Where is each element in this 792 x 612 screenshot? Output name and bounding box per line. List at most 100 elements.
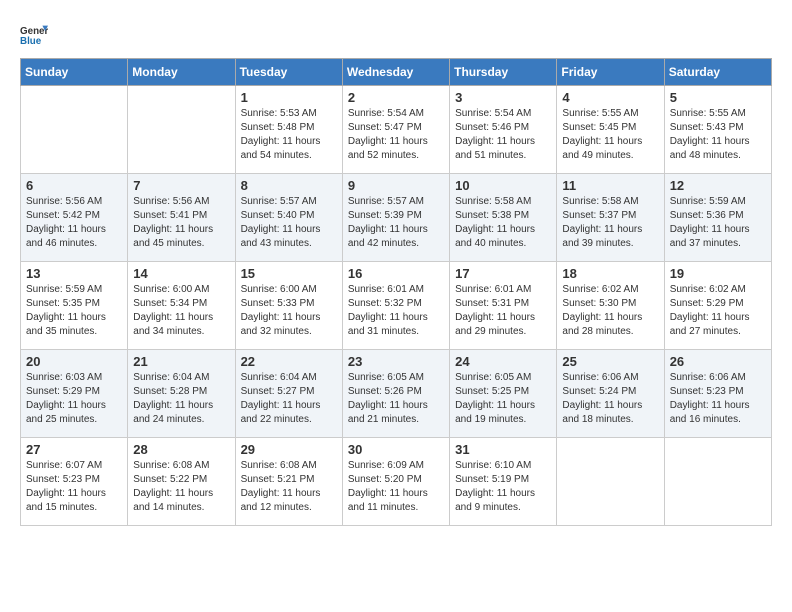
- column-header-tuesday: Tuesday: [235, 59, 342, 86]
- calendar-cell: [128, 86, 235, 174]
- calendar-cell: 10Sunrise: 5:58 AM Sunset: 5:38 PM Dayli…: [450, 174, 557, 262]
- calendar-week-4: 20Sunrise: 6:03 AM Sunset: 5:29 PM Dayli…: [21, 350, 772, 438]
- day-info: Sunrise: 5:54 AM Sunset: 5:46 PM Dayligh…: [455, 107, 551, 163]
- day-info: Sunrise: 5:57 AM Sunset: 5:39 PM Dayligh…: [348, 195, 444, 251]
- calendar-cell: 20Sunrise: 6:03 AM Sunset: 5:29 PM Dayli…: [21, 350, 128, 438]
- day-info: Sunrise: 6:10 AM Sunset: 5:19 PM Dayligh…: [455, 459, 551, 515]
- day-number: 6: [26, 178, 122, 193]
- calendar-cell: 17 Sunrise: 6:01 AM Sunset: 5:31 PM Dayli…: [450, 262, 557, 350]
- logo: General Blue: [20, 20, 52, 48]
- day-info: Sunrise: 6:06 AM Sunset: 5:24 PM Dayligh…: [562, 371, 658, 427]
- day-info: Sunrise: 6:05 AM Sunset: 5:25 PM Dayligh…: [455, 371, 551, 427]
- logo-icon: General Blue: [20, 20, 48, 48]
- day-info: Sunrise: 6:03 AM Sunset: 5:29 PM Dayligh…: [26, 371, 122, 427]
- calendar-cell: 24 Sunrise: 6:05 AM Sunset: 5:25 PM Dayli…: [450, 350, 557, 438]
- day-number: 18: [562, 266, 658, 281]
- calendar-week-5: 27 Sunrise: 6:07 AM Sunset: 5:23 PM Dayli…: [21, 438, 772, 526]
- calendar-cell: 7 Sunrise: 5:56 AM Sunset: 5:41 PM Daylig…: [128, 174, 235, 262]
- column-header-monday: Monday: [128, 59, 235, 86]
- column-header-friday: Friday: [557, 59, 664, 86]
- day-number: 11: [562, 178, 658, 193]
- calendar-cell: 3 Sunrise: 5:54 AM Sunset: 5:46 PM Daylig…: [450, 86, 557, 174]
- day-info: Sunrise: 6:06 AM Sunset: 5:23 PM Dayligh…: [670, 371, 766, 427]
- calendar-cell: 28 Sunrise: 6:08 AM Sunset: 5:22 PM Dayli…: [128, 438, 235, 526]
- day-number: 28: [133, 442, 229, 457]
- day-number: 8: [241, 178, 337, 193]
- calendar-cell: 23 Sunrise: 6:05 AM Sunset: 5:26 PM Dayli…: [342, 350, 449, 438]
- day-number: 15: [241, 266, 337, 281]
- calendar-cell: 26 Sunrise: 6:06 AM Sunset: 5:23 PM Dayli…: [664, 350, 771, 438]
- day-info: Sunrise: 6:04 AM Sunset: 5:28 PM Dayligh…: [133, 371, 229, 427]
- day-info: Sunrise: 5:53 AM Sunset: 5:48 PM Dayligh…: [241, 107, 337, 163]
- svg-text:Blue: Blue: [20, 36, 42, 47]
- calendar-cell: 25Sunrise: 6:06 AM Sunset: 5:24 PM Dayli…: [557, 350, 664, 438]
- calendar-cell: 19 Sunrise: 6:02 AM Sunset: 5:29 PM Dayli…: [664, 262, 771, 350]
- calendar-cell: 13 Sunrise: 5:59 AM Sunset: 5:35 PM Dayli…: [21, 262, 128, 350]
- calendar-cell: 1Sunrise: 5:53 AM Sunset: 5:48 PM Daylig…: [235, 86, 342, 174]
- day-info: Sunrise: 6:04 AM Sunset: 5:27 PM Dayligh…: [241, 371, 337, 427]
- calendar-table: SundayMondayTuesdayWednesdayThursdayFrid…: [20, 58, 772, 526]
- day-number: 31: [455, 442, 551, 457]
- day-number: 26: [670, 354, 766, 369]
- day-info: Sunrise: 6:02 AM Sunset: 5:29 PM Dayligh…: [670, 283, 766, 339]
- day-info: Sunrise: 6:01 AM Sunset: 5:32 PM Dayligh…: [348, 283, 444, 339]
- day-number: 23: [348, 354, 444, 369]
- calendar-cell: 2 Sunrise: 5:54 AM Sunset: 5:47 PM Daylig…: [342, 86, 449, 174]
- calendar-cell: 29Sunrise: 6:08 AM Sunset: 5:21 PM Dayli…: [235, 438, 342, 526]
- day-number: 12: [670, 178, 766, 193]
- column-header-wednesday: Wednesday: [342, 59, 449, 86]
- day-number: 27: [26, 442, 122, 457]
- calendar-cell: 12 Sunrise: 5:59 AM Sunset: 5:36 PM Dayli…: [664, 174, 771, 262]
- calendar-cell: 4 Sunrise: 5:55 AM Sunset: 5:45 PM Daylig…: [557, 86, 664, 174]
- day-number: 17: [455, 266, 551, 281]
- column-header-thursday: Thursday: [450, 59, 557, 86]
- day-info: Sunrise: 6:00 AM Sunset: 5:33 PM Dayligh…: [241, 283, 337, 339]
- column-header-sunday: Sunday: [21, 59, 128, 86]
- day-info: Sunrise: 6:08 AM Sunset: 5:22 PM Dayligh…: [133, 459, 229, 515]
- day-info: Sunrise: 6:07 AM Sunset: 5:23 PM Dayligh…: [26, 459, 122, 515]
- day-number: 5: [670, 90, 766, 105]
- calendar-week-1: 1Sunrise: 5:53 AM Sunset: 5:48 PM Daylig…: [21, 86, 772, 174]
- day-number: 3: [455, 90, 551, 105]
- day-info: Sunrise: 5:58 AM Sunset: 5:38 PM Dayligh…: [455, 195, 551, 251]
- day-info: Sunrise: 5:59 AM Sunset: 5:35 PM Dayligh…: [26, 283, 122, 339]
- calendar-cell: 11 Sunrise: 5:58 AM Sunset: 5:37 PM Dayli…: [557, 174, 664, 262]
- calendar-cell: 6 Sunrise: 5:56 AM Sunset: 5:42 PM Daylig…: [21, 174, 128, 262]
- day-info: Sunrise: 6:05 AM Sunset: 5:26 PM Dayligh…: [348, 371, 444, 427]
- calendar-cell: 31 Sunrise: 6:10 AM Sunset: 5:19 PM Dayli…: [450, 438, 557, 526]
- day-info: Sunrise: 5:56 AM Sunset: 5:42 PM Dayligh…: [26, 195, 122, 251]
- day-number: 7: [133, 178, 229, 193]
- day-number: 13: [26, 266, 122, 281]
- day-info: Sunrise: 5:55 AM Sunset: 5:43 PM Dayligh…: [670, 107, 766, 163]
- day-info: Sunrise: 6:00 AM Sunset: 5:34 PM Dayligh…: [133, 283, 229, 339]
- day-number: 2: [348, 90, 444, 105]
- day-info: Sunrise: 5:57 AM Sunset: 5:40 PM Dayligh…: [241, 195, 337, 251]
- day-number: 19: [670, 266, 766, 281]
- calendar-cell: 16 Sunrise: 6:01 AM Sunset: 5:32 PM Dayli…: [342, 262, 449, 350]
- calendar-cell: [557, 438, 664, 526]
- day-number: 21: [133, 354, 229, 369]
- calendar-cell: 18 Sunrise: 6:02 AM Sunset: 5:30 PM Dayli…: [557, 262, 664, 350]
- calendar-cell: [21, 86, 128, 174]
- day-info: Sunrise: 5:55 AM Sunset: 5:45 PM Dayligh…: [562, 107, 658, 163]
- calendar-cell: 9 Sunrise: 5:57 AM Sunset: 5:39 PM Daylig…: [342, 174, 449, 262]
- day-info: Sunrise: 6:02 AM Sunset: 5:30 PM Dayligh…: [562, 283, 658, 339]
- day-info: Sunrise: 5:54 AM Sunset: 5:47 PM Dayligh…: [348, 107, 444, 163]
- calendar-week-3: 13 Sunrise: 5:59 AM Sunset: 5:35 PM Dayli…: [21, 262, 772, 350]
- page-header: General Blue: [20, 20, 772, 48]
- day-info: Sunrise: 5:58 AM Sunset: 5:37 PM Dayligh…: [562, 195, 658, 251]
- day-number: 4: [562, 90, 658, 105]
- calendar-cell: 14Sunrise: 6:00 AM Sunset: 5:34 PM Dayli…: [128, 262, 235, 350]
- day-number: 22: [241, 354, 337, 369]
- calendar-cell: 22 Sunrise: 6:04 AM Sunset: 5:27 PM Dayli…: [235, 350, 342, 438]
- day-info: Sunrise: 5:59 AM Sunset: 5:36 PM Dayligh…: [670, 195, 766, 251]
- calendar-cell: 21 Sunrise: 6:04 AM Sunset: 5:28 PM Dayli…: [128, 350, 235, 438]
- day-info: Sunrise: 5:56 AM Sunset: 5:41 PM Dayligh…: [133, 195, 229, 251]
- calendar-cell: 30Sunrise: 6:09 AM Sunset: 5:20 PM Dayli…: [342, 438, 449, 526]
- column-header-saturday: Saturday: [664, 59, 771, 86]
- day-number: 30: [348, 442, 444, 457]
- day-number: 16: [348, 266, 444, 281]
- day-info: Sunrise: 6:01 AM Sunset: 5:31 PM Dayligh…: [455, 283, 551, 339]
- day-number: 24: [455, 354, 551, 369]
- day-number: 9: [348, 178, 444, 193]
